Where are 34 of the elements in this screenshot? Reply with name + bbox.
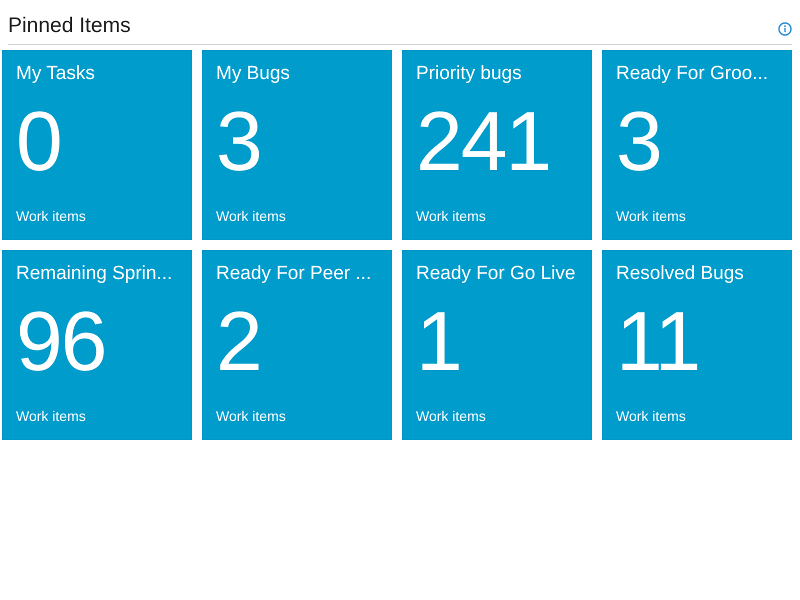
pinned-tile[interactable]: Ready For Groo... 3 Work items xyxy=(602,50,792,240)
tile-count: 3 xyxy=(216,99,261,183)
tile-caption: Work items xyxy=(416,408,486,424)
pinned-tile[interactable]: My Tasks 0 Work items xyxy=(2,50,192,240)
tile-count: 3 xyxy=(616,99,661,183)
pinned-tile[interactable]: Ready For Peer ... 2 Work items xyxy=(202,250,392,440)
tile-title: Ready For Peer ... xyxy=(216,263,372,285)
tile-caption: Work items xyxy=(216,208,286,224)
tile-title: My Bugs xyxy=(216,63,290,85)
tile-title: Priority bugs xyxy=(416,63,522,85)
pinned-tile[interactable]: My Bugs 3 Work items xyxy=(202,50,392,240)
tile-count: 0 xyxy=(16,99,61,183)
pinned-tile[interactable]: Remaining Sprin... 96 Work items xyxy=(2,250,192,440)
tile-caption: Work items xyxy=(16,408,86,424)
tile-caption: Work items xyxy=(416,208,486,224)
tile-count: 96 xyxy=(16,299,106,383)
tile-title: Ready For Groo... xyxy=(616,63,768,85)
tile-count: 2 xyxy=(216,299,261,383)
tile-caption: Work items xyxy=(616,408,686,424)
pinned-tile[interactable]: Ready For Go Live 1 Work items xyxy=(402,250,592,440)
tile-count: 11 xyxy=(616,299,700,383)
info-icon[interactable] xyxy=(778,22,792,36)
tile-title: Remaining Sprin... xyxy=(16,263,172,285)
pinned-tile[interactable]: Resolved Bugs 11 Work items xyxy=(602,250,792,440)
tile-caption: Work items xyxy=(616,208,686,224)
tile-caption: Work items xyxy=(216,408,286,424)
tile-count: 241 xyxy=(416,99,550,183)
tile-title: My Tasks xyxy=(16,63,95,85)
tile-title: Resolved Bugs xyxy=(616,263,744,285)
pinned-tile[interactable]: Priority bugs 241 Work items xyxy=(402,50,592,240)
section-title: Pinned Items xyxy=(8,14,131,38)
tile-count: 1 xyxy=(416,299,461,383)
tile-caption: Work items xyxy=(16,208,86,224)
tile-title: Ready For Go Live xyxy=(416,263,576,285)
